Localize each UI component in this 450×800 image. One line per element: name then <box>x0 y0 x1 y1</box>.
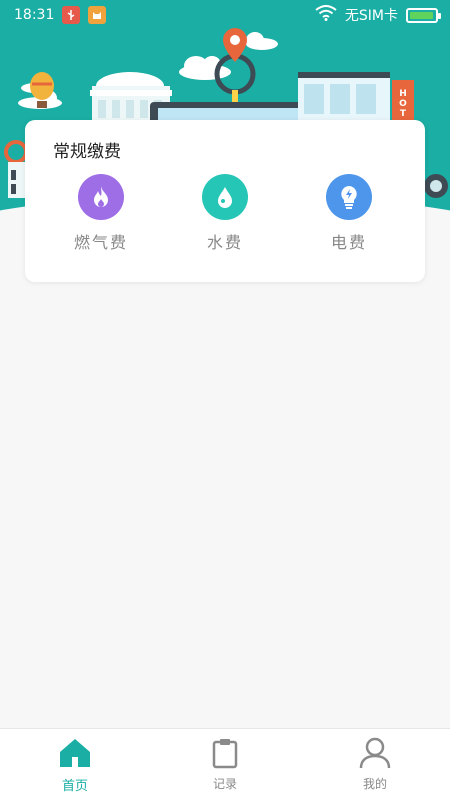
tab-records-label: 记录 <box>212 777 237 791</box>
status-bar: 18:31 无SIM卡 <box>0 0 450 30</box>
service-list: 燃气费 水费 电费 <box>25 174 425 254</box>
lightbulb-icon <box>326 174 372 220</box>
home-icon <box>58 737 92 773</box>
water-drop-icon <box>202 174 248 220</box>
tab-home[interactable]: 首页 <box>0 729 150 800</box>
flame-icon <box>78 174 124 220</box>
user-icon <box>358 737 392 773</box>
battery-icon <box>406 7 441 23</box>
svg-text:H: H <box>399 89 407 99</box>
tab-home-label: 首页 <box>61 779 88 794</box>
svg-text:O: O <box>399 99 407 109</box>
card-title: 常规缴费 <box>53 142 121 162</box>
app-notification-icon <box>88 6 107 24</box>
wifi-icon <box>315 5 337 25</box>
gas-fee-label: 燃气费 <box>73 233 128 252</box>
water-fee-button[interactable]: 水费 <box>175 174 275 253</box>
usb-icon <box>62 6 81 24</box>
bottom-tab-bar: 首页 记录 我的 <box>0 728 450 800</box>
status-time: 18:31 <box>14 7 55 23</box>
tab-mine[interactable]: 我的 <box>300 729 450 800</box>
tab-records[interactable]: 记录 <box>150 729 300 800</box>
clipboard-icon <box>210 737 240 773</box>
gas-fee-button[interactable]: 燃气费 <box>51 174 151 253</box>
payment-card: 常规缴费 燃气费 水费 电费 <box>25 120 425 282</box>
electricity-fee-label: 电费 <box>330 233 367 252</box>
tab-mine-label: 我的 <box>362 777 387 791</box>
svg-text:T: T <box>400 109 407 119</box>
water-fee-label: 水费 <box>206 233 243 252</box>
electricity-fee-button[interactable]: 电费 <box>299 174 399 253</box>
carrier-text: 无SIM卡 <box>344 8 398 24</box>
